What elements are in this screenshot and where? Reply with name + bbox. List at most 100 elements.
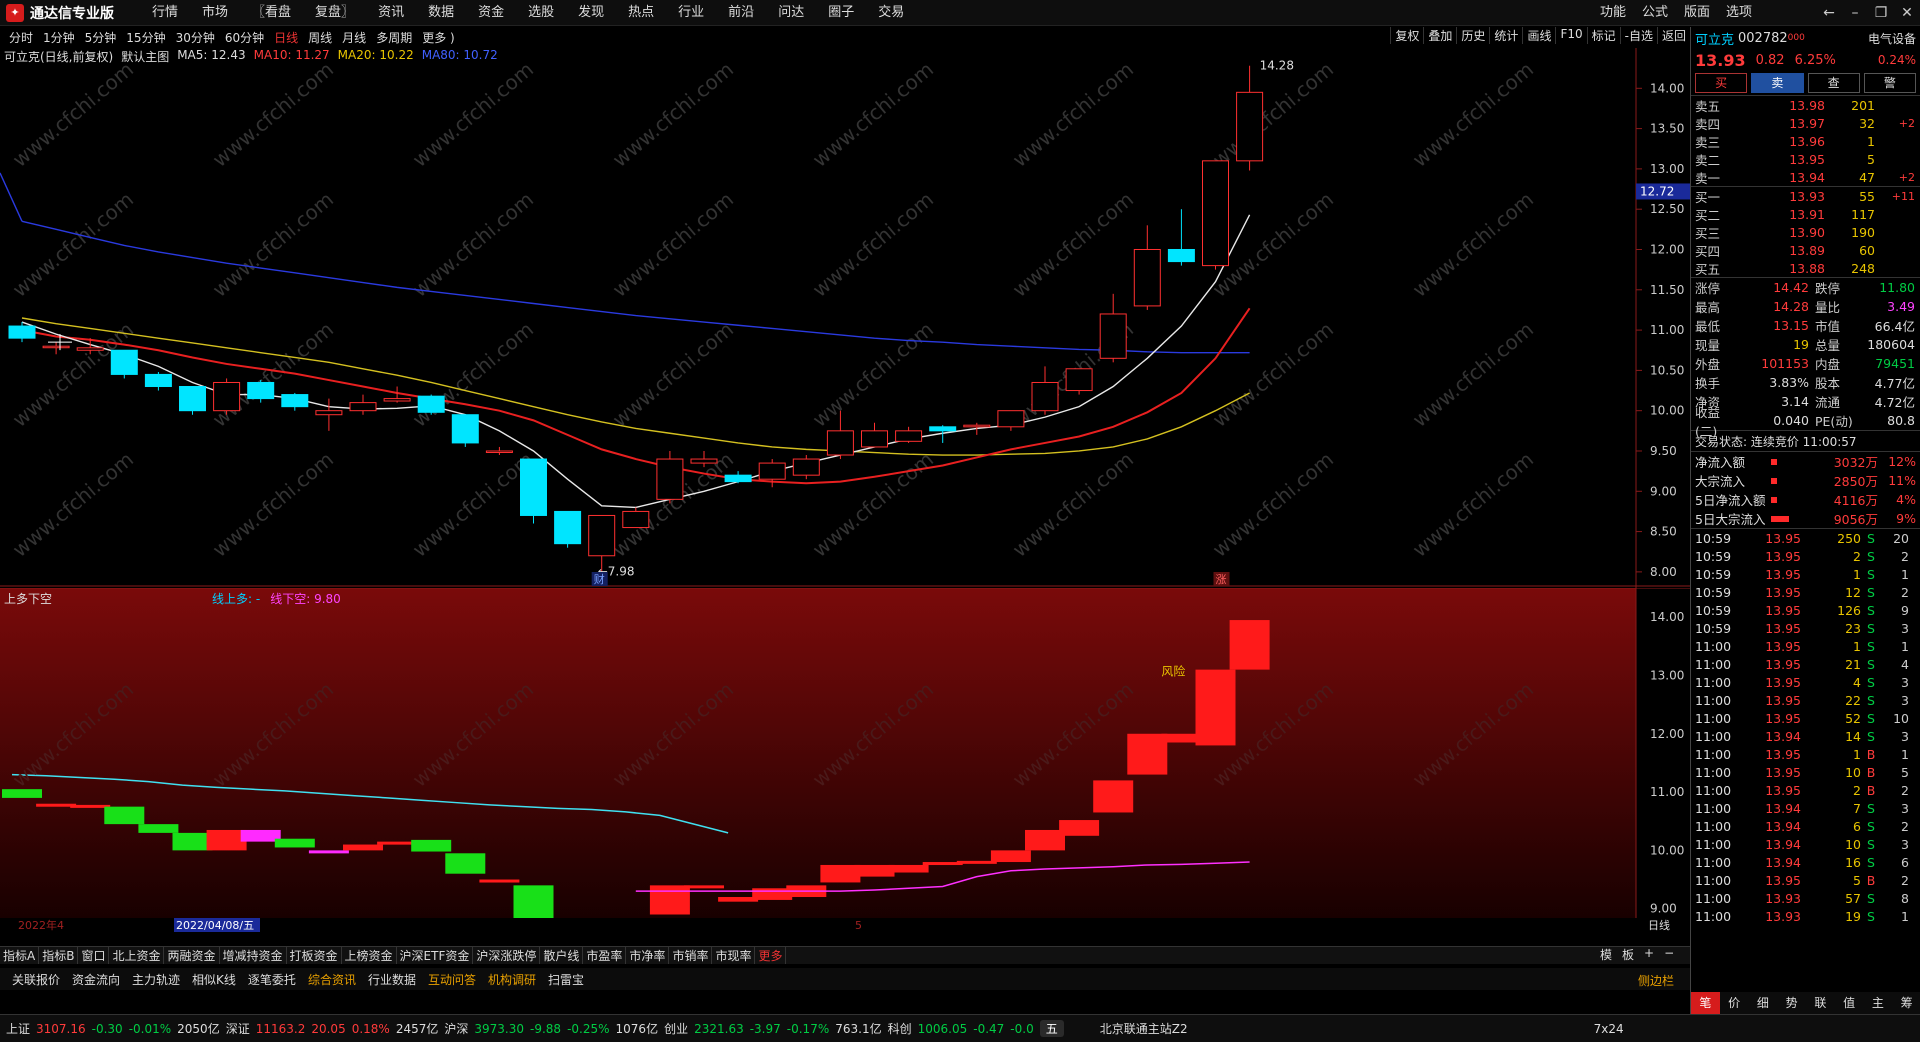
- zoom-out-button[interactable]: −: [1664, 946, 1674, 963]
- tool-6[interactable]: 标记: [1586, 27, 1620, 44]
- right-menu-item-1[interactable]: 公式: [1634, 0, 1676, 26]
- indicator-tab-15[interactable]: 更多: [755, 947, 787, 964]
- tool-4[interactable]: 画线: [1522, 27, 1555, 44]
- right-tab-1[interactable]: 价: [1720, 992, 1749, 1014]
- menu-item-7[interactable]: 选股: [516, 0, 566, 26]
- period-2[interactable]: 5分钟: [80, 29, 122, 46]
- right-menu-item-3[interactable]: 选项: [1718, 0, 1760, 26]
- indicator-tab-13[interactable]: 市销率: [669, 947, 713, 964]
- function-tab-0[interactable]: 关联报价: [6, 971, 66, 988]
- function-tab-9[interactable]: 扫雷宝: [542, 971, 590, 988]
- period-5[interactable]: 60分钟: [220, 29, 269, 46]
- tool-8[interactable]: 返回: [1656, 27, 1690, 44]
- menu-item-10[interactable]: 行业: [666, 0, 716, 26]
- function-tab-6[interactable]: 行业数据: [362, 971, 422, 988]
- function-tab-8[interactable]: 机构调研: [482, 971, 542, 988]
- alert-button[interactable]: 警: [1863, 73, 1916, 93]
- menu-item-11[interactable]: 前沿: [716, 0, 766, 26]
- menu-item-3[interactable]: 复盘〗: [303, 0, 366, 26]
- tick-list[interactable]: 10:59 13.95 250 S 20 10:59 13.95 2 S 2 10:59 13.95 1…: [1691, 529, 1920, 925]
- tool-2[interactable]: 历史: [1456, 27, 1489, 44]
- sector-label[interactable]: 电气设备: [1868, 30, 1916, 47]
- tick-volume: 23: [1845, 620, 1861, 636]
- indicator-tab-11[interactable]: 市盈率: [583, 947, 627, 964]
- period-0[interactable]: 分时: [4, 29, 38, 46]
- indicator-tab-10[interactable]: 散户线: [540, 947, 584, 964]
- menu-item-0[interactable]: 行情: [140, 0, 190, 26]
- function-tab-3[interactable]: 相似K线: [186, 971, 242, 988]
- tick-side: B: [1866, 746, 1876, 762]
- tool-7[interactable]: -自选: [1619, 27, 1657, 44]
- right-tab-2[interactable]: 细: [1749, 992, 1778, 1014]
- tool-1[interactable]: 叠加: [1423, 27, 1456, 44]
- sub-indicator-name[interactable]: 上多下空: [4, 590, 52, 607]
- right-menu-item-0[interactable]: 功能: [1592, 0, 1634, 26]
- indicator-tab-8[interactable]: 沪深ETF资金: [397, 947, 474, 964]
- period-8[interactable]: 月线: [337, 29, 371, 46]
- tool-0[interactable]: 复权: [1390, 27, 1423, 44]
- mode-label[interactable]: 7x24: [1594, 1022, 1624, 1036]
- function-tab-7[interactable]: 互动问答: [422, 971, 482, 988]
- right-tab-3[interactable]: 势: [1777, 992, 1806, 1014]
- indicator-tab-6[interactable]: 打板资金: [287, 947, 342, 964]
- menu-item-13[interactable]: 圈子: [816, 0, 866, 26]
- indicator-tab-1[interactable]: 指标B: [39, 947, 79, 964]
- ime-indicator[interactable]: 五: [1039, 1020, 1064, 1037]
- menu-item-9[interactable]: 热点: [616, 0, 666, 26]
- menu-item-8[interactable]: 发现: [566, 0, 616, 26]
- function-tab-5[interactable]: 综合资讯: [302, 971, 362, 988]
- tick-count: 2: [1901, 872, 1909, 888]
- period-6[interactable]: 日线: [269, 29, 303, 46]
- indicator-tab-9[interactable]: 沪深涨跌停: [473, 947, 541, 964]
- query-button[interactable]: 查: [1807, 73, 1860, 93]
- main-indicator[interactable]: 默认主图: [121, 48, 169, 64]
- right-tab-0[interactable]: 笔: [1691, 992, 1720, 1014]
- indicator-tab-0[interactable]: 指标A: [0, 947, 40, 964]
- menu-item-5[interactable]: 数据: [416, 0, 466, 26]
- indicator-tab-12[interactable]: 市净率: [626, 947, 670, 964]
- period-4[interactable]: 30分钟: [171, 29, 220, 46]
- menu-item-14[interactable]: 交易: [866, 0, 916, 26]
- period-7[interactable]: 周线: [303, 29, 337, 46]
- indicator-tab-2[interactable]: 窗口: [78, 947, 110, 964]
- menu-item-6[interactable]: 资金: [466, 0, 516, 26]
- indicator-tab-14[interactable]: 市现率: [712, 947, 756, 964]
- indicator-tab-3[interactable]: 北上资金: [109, 947, 165, 964]
- close-icon[interactable]: ✕: [1894, 0, 1920, 26]
- right-tab-6[interactable]: 主: [1864, 992, 1893, 1014]
- buy-button[interactable]: 买: [1695, 73, 1748, 93]
- menu-item-2[interactable]: 〖看盘: [240, 0, 303, 26]
- indicator-tab-7[interactable]: 上榜资金: [342, 947, 397, 964]
- tick-row: 10:59 13.95 250 S 20: [1691, 529, 1920, 547]
- tool-3[interactable]: 统计: [1489, 27, 1522, 44]
- menu-item-12[interactable]: 问达: [766, 0, 816, 26]
- server-name[interactable]: 北京联通主站Z2: [1100, 1020, 1188, 1037]
- function-tab-1[interactable]: 资金流向: [66, 971, 126, 988]
- period-1[interactable]: 1分钟: [38, 29, 80, 46]
- indicator-tab-4[interactable]: 两融资金: [164, 947, 220, 964]
- zoom-in-button[interactable]: +: [1644, 946, 1654, 963]
- side-bar-toggle[interactable]: 侧边栏: [1638, 972, 1674, 989]
- right-tab-4[interactable]: 联: [1806, 992, 1835, 1014]
- menu-item-4[interactable]: 资讯: [366, 0, 416, 26]
- minimize-icon[interactable]: –: [1842, 0, 1868, 26]
- back-icon[interactable]: ←: [1816, 0, 1842, 26]
- right-tab-5[interactable]: 值: [1835, 992, 1864, 1014]
- right-menu-item-2[interactable]: 版面: [1676, 0, 1718, 26]
- tool-5[interactable]: F10: [1555, 27, 1586, 44]
- sell-button[interactable]: 卖: [1751, 73, 1804, 93]
- menu-item-1[interactable]: 市场: [190, 0, 240, 26]
- top-menu-bar: ✦ 通达信专业版 行情 市场 〖看盘 复盘〗 资讯 数据 资金 选股 发现 热点 行业 前沿 问达 圈子 交易…: [0, 0, 1920, 26]
- function-tab-4[interactable]: 逐笔委托: [242, 971, 302, 988]
- period-3[interactable]: 15分钟: [121, 29, 170, 46]
- sub-indicator-chart[interactable]: 9.00 10.00 11.00 12.00 13.00 14.00 风险 www.cfchi…: [0, 587, 1690, 956]
- main-candlestick-chart[interactable]: www.cfchi.com www.cfchi.com www.cfchi.com w…: [0, 48, 1690, 588]
- right-tab-7[interactable]: 筹: [1892, 992, 1920, 1014]
- period-10[interactable]: 更多 ): [417, 29, 460, 46]
- indicator-tab-5[interactable]: 增减持资金: [220, 947, 287, 964]
- template-ban[interactable]: 板: [1622, 946, 1634, 963]
- function-tab-2[interactable]: 主力轨迹: [126, 971, 186, 988]
- period-9[interactable]: 多周期: [371, 29, 417, 46]
- restore-icon[interactable]: ❐: [1868, 0, 1894, 26]
- template-mo[interactable]: 模: [1600, 946, 1612, 963]
